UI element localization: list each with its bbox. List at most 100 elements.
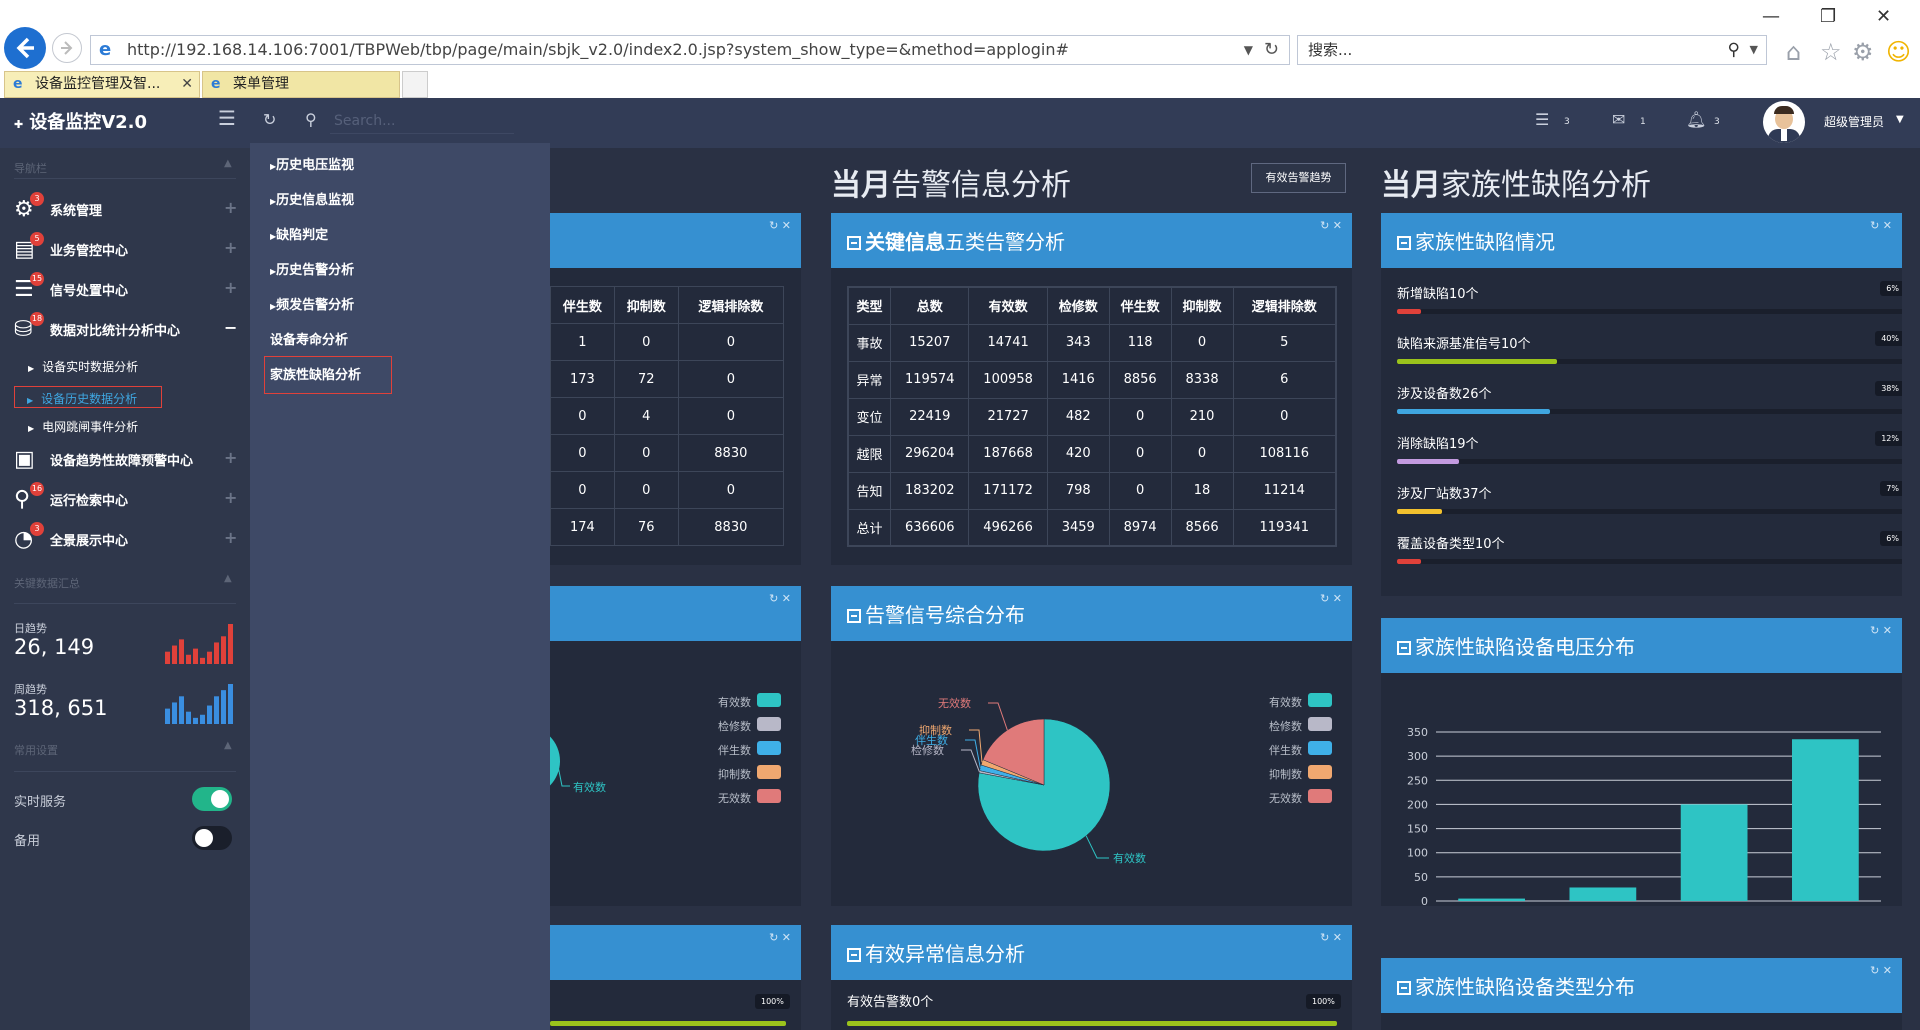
td: 8974 [1108, 508, 1172, 547]
td: 482 [1046, 397, 1110, 436]
sidebar-item-panorama[interactable]: ◔ 3 全景展示中心 + [0, 518, 250, 558]
search-icon[interactable]: ⚲ [1728, 36, 1740, 64]
realtime-service-toggle[interactable] [192, 787, 232, 811]
tab-menu-management[interactable]: e 菜单管理 [202, 71, 400, 98]
panel-refresh-close-icons[interactable]: ↻ ✕ [1320, 219, 1342, 232]
sidebar-toggle-menu-icon[interactable]: ☰ [218, 106, 236, 130]
app-brand[interactable]: ✚ 设备监控V2.0 [0, 98, 250, 148]
dropdown-item-label: 历史信息监视 [276, 193, 355, 208]
dropdown-item[interactable]: ▶缺陷判定 [270, 224, 328, 243]
collapse-box-icon[interactable] [1397, 236, 1411, 250]
close-button[interactable]: ✕ [1876, 6, 1891, 27]
collapse-caret-icon[interactable]: ▲ [224, 740, 232, 751]
sidebar-item-system[interactable]: ⚙ 3 系统管理 + [0, 188, 250, 228]
spark-bar [179, 696, 184, 724]
td: 1 [550, 323, 615, 361]
backup-toggle[interactable] [192, 826, 232, 850]
dropdown-item[interactable]: ▶历史信息监视 [270, 189, 354, 208]
collapse-box-icon[interactable] [1397, 981, 1411, 995]
user-name[interactable]: 超级管理员 [1824, 113, 1884, 130]
panel-refresh-close-icons[interactable]: ↻ ✕ [1870, 219, 1892, 232]
panel-refresh-close-icons[interactable]: ↻ ✕ [769, 931, 791, 944]
sidebar-item-trend-warning[interactable]: ▣ 设备趋势性故障预警中心 + [0, 438, 250, 478]
panel-refresh-close-icons[interactable]: ↻ ✕ [1870, 624, 1892, 637]
address-dropdown-icon[interactable]: ▼ [1244, 36, 1253, 64]
bar[interactable] [1792, 739, 1859, 901]
submenu-realtime[interactable]: ▶ 设备实时数据分析 [28, 358, 138, 375]
expand-plus-icon[interactable]: + [224, 448, 237, 467]
collapse-box-icon[interactable] [847, 609, 861, 623]
bell-icon[interactable]: 🔔︎ [1686, 110, 1706, 129]
dropdown-item[interactable]: ▶历史电压监视 [270, 154, 354, 173]
refresh-app-icon[interactable]: ↻ [263, 110, 276, 129]
briefcase-icon: ▣ [14, 447, 35, 472]
td: 15207 [890, 323, 970, 362]
expand-plus-icon[interactable]: + [224, 238, 237, 257]
sidebar-item-business[interactable]: ▤ 5 业务管控中心 + [0, 228, 250, 268]
submenu-history[interactable]: ▶ 设备历史数据分析 [14, 386, 162, 408]
bar[interactable] [1458, 898, 1525, 901]
menu-label: 数据对比统计分析中心 [50, 324, 181, 339]
expand-plus-icon[interactable]: + [224, 198, 237, 217]
y-tick-label: 250 [1407, 774, 1428, 787]
panel-refresh-close-icons[interactable]: ↻ ✕ [1320, 592, 1342, 605]
minimize-button[interactable]: — [1762, 6, 1780, 27]
collapse-box-icon[interactable] [847, 236, 861, 250]
sidebar-item-search-center[interactable]: ⚲ 16 运行检索中心 + [0, 478, 250, 518]
td: 8830 [677, 508, 785, 546]
back-button[interactable] [4, 27, 46, 69]
panel-refresh-close-icons[interactable]: ↻ ✕ [769, 219, 791, 232]
app-search-icon[interactable]: ⚲ [305, 110, 317, 129]
address-url: http://192.168.14.106:7001/TBPWeb/tbp/pa… [127, 40, 1069, 59]
mail-icon[interactable]: ✉ [1612, 110, 1625, 129]
expand-plus-icon[interactable]: + [224, 278, 237, 297]
list-icon[interactable]: ☰ [1535, 110, 1549, 129]
collapse-caret-icon[interactable]: ▲ [224, 158, 232, 169]
panel-refresh-close-icons[interactable]: ↻ ✕ [1320, 931, 1342, 944]
bar[interactable] [1569, 887, 1637, 901]
settings-gear-icon[interactable]: ⚙ [1852, 38, 1874, 66]
new-tab-button[interactable] [402, 71, 428, 98]
favorites-star-icon[interactable]: ☆ [1820, 38, 1842, 66]
sidebar-item-signal[interactable]: ☰ 15 信号处置中心 + [0, 268, 250, 308]
panel-refresh-close-icons[interactable]: ↻ ✕ [1870, 964, 1892, 977]
sidebar-item-data-stats[interactable]: ⛁ 18 数据对比统计分析中心 − [0, 308, 250, 348]
valid-alarm-trend-button[interactable]: 有效告警趋势 [1251, 163, 1346, 193]
dropdown-item[interactable]: 设备寿命分析 [270, 329, 348, 348]
dropdown-item[interactable]: ▶频发告警分析 [270, 294, 354, 313]
collapse-caret-icon[interactable]: ▲ [224, 573, 232, 584]
home-icon[interactable]: ⌂ [1786, 38, 1801, 66]
submenu-label: 设备实时数据分析 [42, 360, 139, 374]
td: 0 [1108, 471, 1172, 510]
collapse-box-icon[interactable] [847, 948, 861, 962]
user-dropdown-caret-icon[interactable]: ▼ [1896, 114, 1904, 125]
dropdown-item[interactable]: ▶历史告警分析 [270, 259, 354, 278]
spark-bar [200, 657, 205, 664]
app-search-input[interactable]: Search... [330, 108, 514, 134]
address-bar[interactable]: e http://192.168.14.106:7001/TBPWeb/tbp/… [90, 35, 1290, 65]
search-dropdown-icon[interactable]: ▼ [1750, 36, 1758, 64]
alarm-five-class-table: 类型 总数 有效数 检修数 伴生数 抑制数 逻辑排除数 事故 15207 14741 343 118… [847, 286, 1337, 547]
collapse-box-icon[interactable] [1397, 641, 1411, 655]
collapse-minus-icon[interactable]: − [224, 318, 237, 337]
legend-swatch [757, 741, 781, 755]
td: 1416 [1046, 360, 1110, 399]
refresh-icon[interactable]: ↻ [1264, 36, 1279, 64]
user-avatar[interactable] [1763, 101, 1805, 143]
tab-device-monitor[interactable]: e 设备监控管理及智... ✕ [4, 71, 200, 98]
submenu-trip-event[interactable]: ▶ 电网跳闸事件分析 [28, 418, 138, 435]
expand-plus-icon[interactable]: + [224, 528, 237, 547]
forward-button[interactable] [52, 33, 82, 63]
panel-refresh-close-icons[interactable]: ↻ ✕ [769, 592, 791, 605]
voltage-bar-chart: 0501001502002503003501000kV750kV500kV220… [1407, 726, 1881, 906]
expand-plus-icon[interactable]: + [224, 488, 237, 507]
bar[interactable] [1680, 804, 1748, 901]
spark-bar [193, 717, 198, 724]
td: 0 [613, 323, 679, 361]
smiley-feedback-icon[interactable]: ☺ [1886, 38, 1911, 66]
dropdown-item-family-defect[interactable]: 家族性缺陷分析 [264, 356, 392, 394]
tab-close-icon[interactable]: ✕ [181, 72, 193, 97]
family-section-title: 当月家族性缺陷分析 [1381, 160, 1651, 204]
browser-search-box[interactable]: 搜索... ⚲ ▼ [1297, 35, 1767, 65]
maximize-button[interactable]: ❐ [1820, 6, 1836, 27]
